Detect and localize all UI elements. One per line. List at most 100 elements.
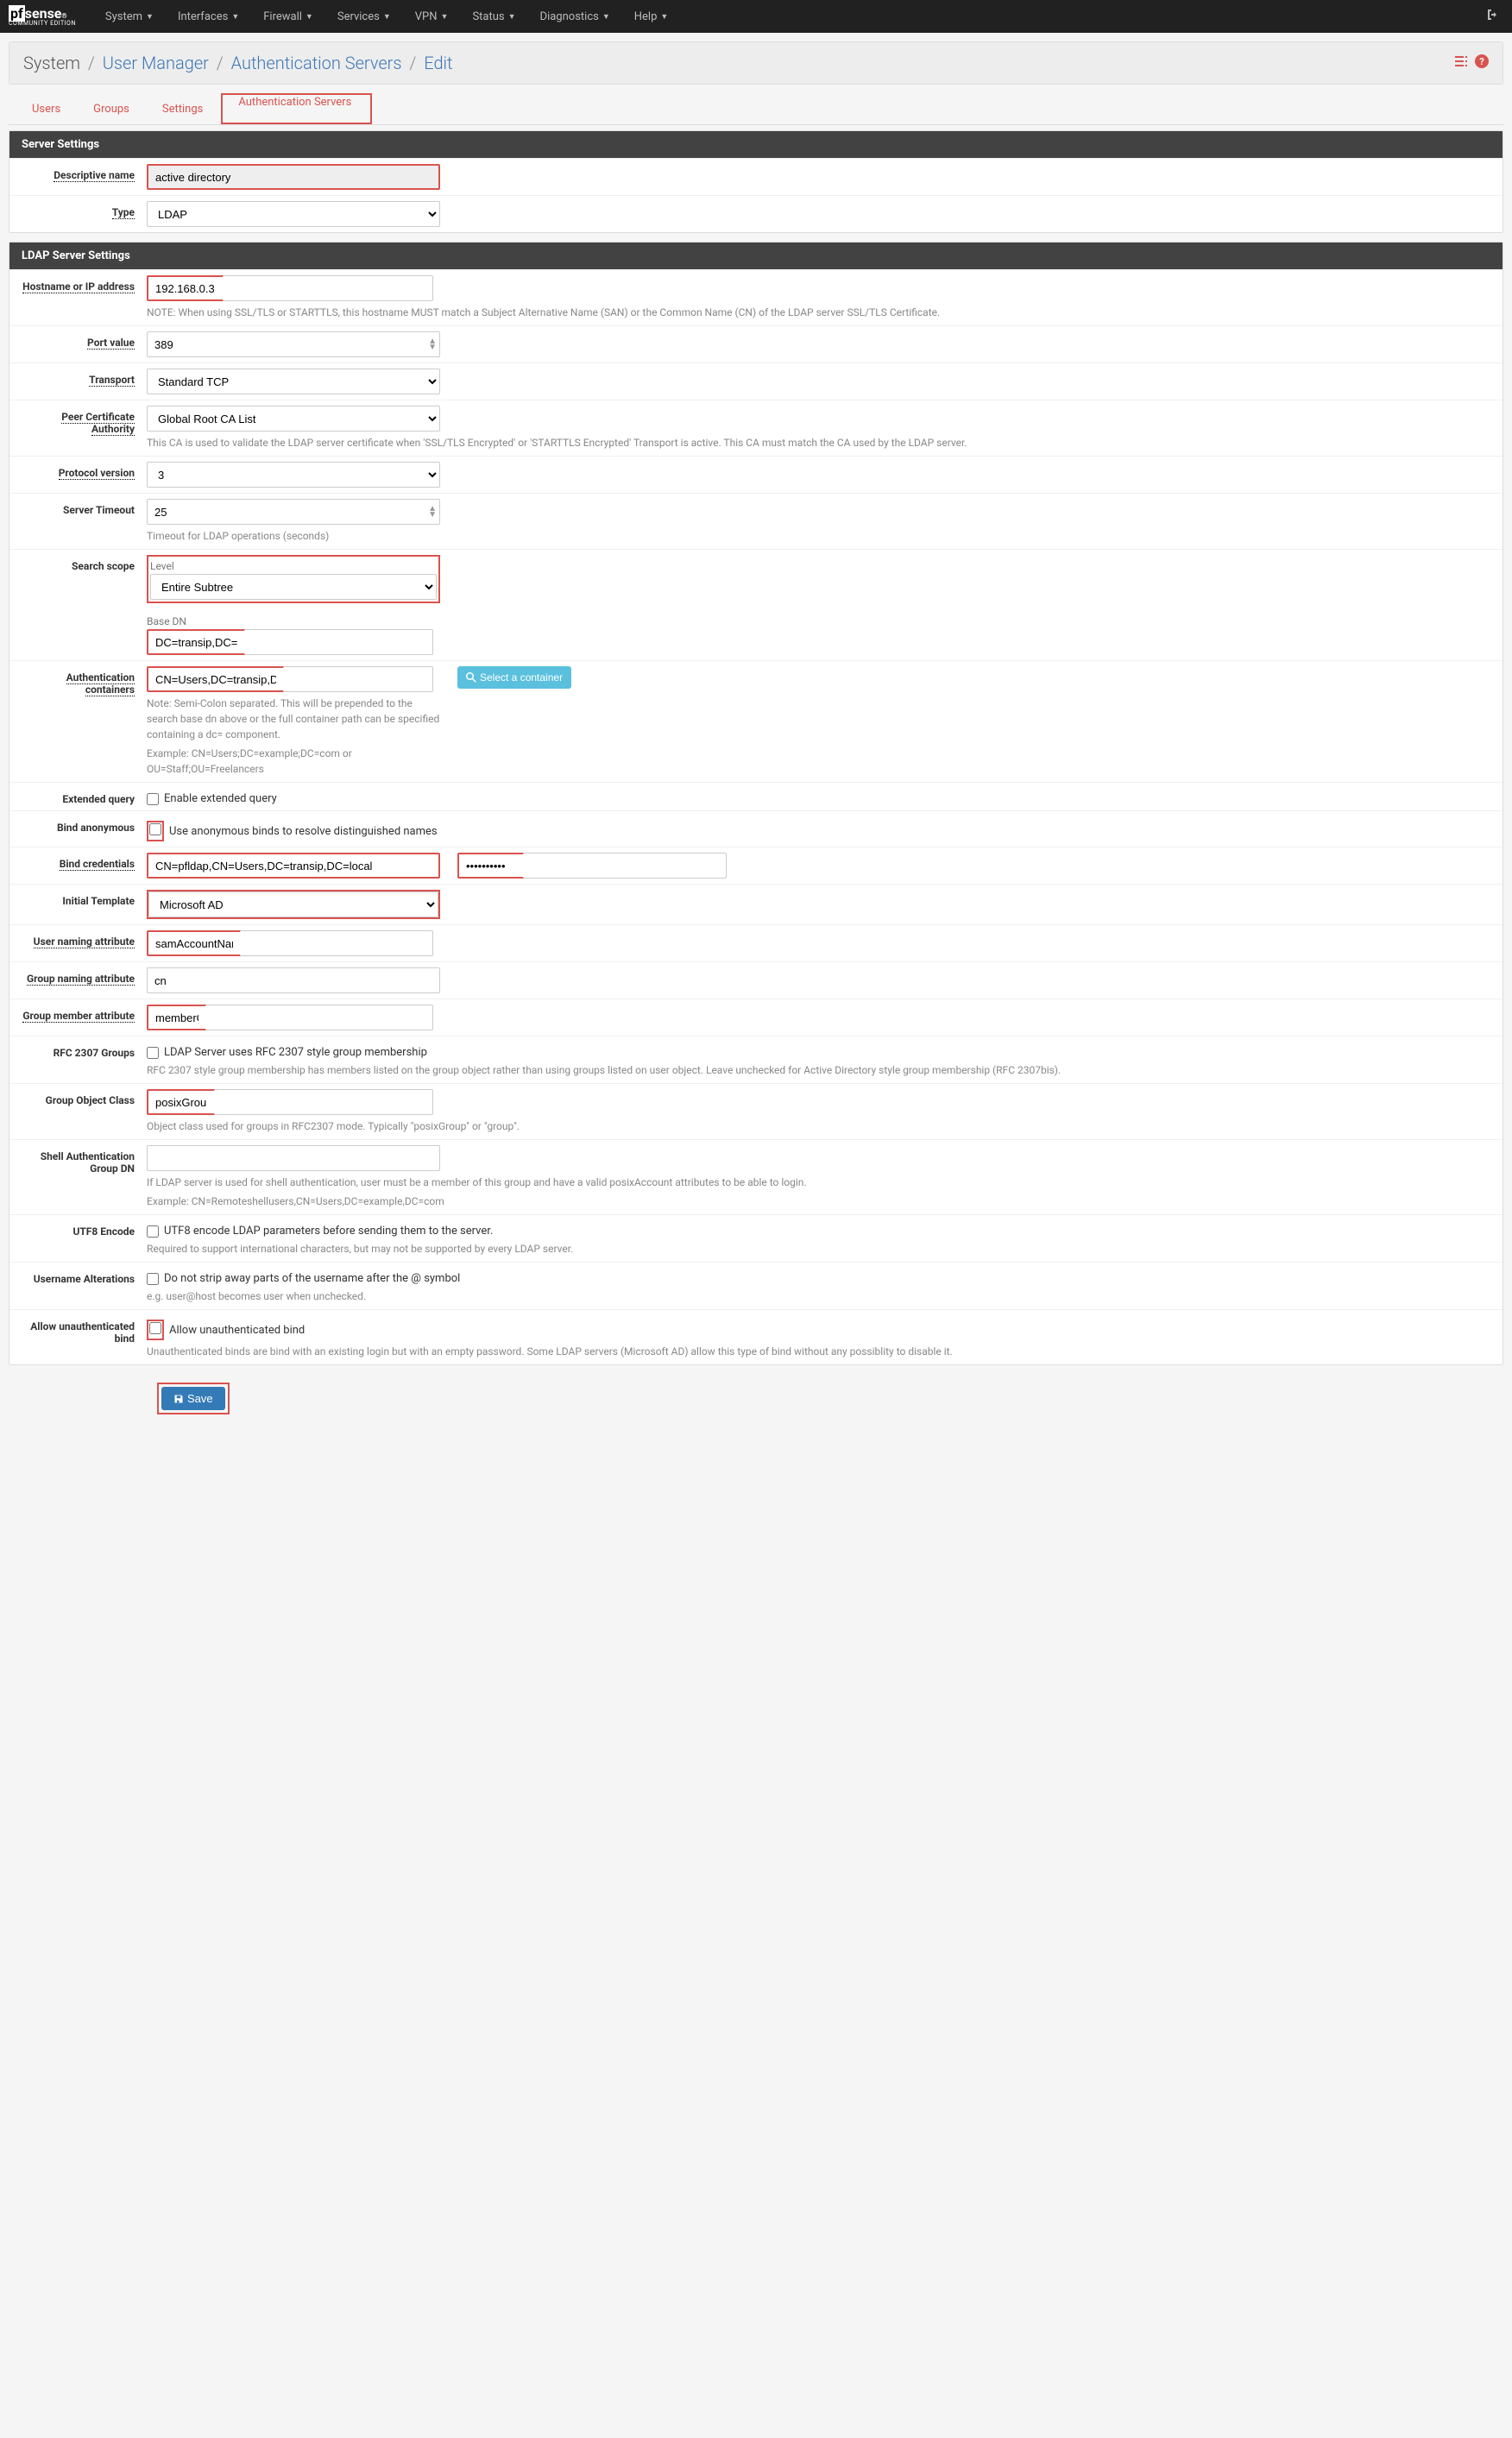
- bindcred-pass-ext[interactable]: [523, 853, 727, 879]
- help-authcontainers2: Example: CN=Users;DC=example;DC=com or O…: [147, 746, 440, 777]
- spinner-icon[interactable]: ▲▼: [428, 338, 437, 350]
- brand-logo: pfpfsensesense® COMMUNITY EDITION: [9, 7, 76, 27]
- bc-edit[interactable]: Edit: [424, 53, 452, 73]
- basedn-input[interactable]: [147, 629, 246, 655]
- descriptive-name-input[interactable]: [147, 164, 440, 190]
- extquery-cblabel: Enable extended query: [164, 792, 277, 805]
- svg-text:?: ?: [1479, 56, 1484, 67]
- groupattr-input[interactable]: [147, 967, 440, 993]
- label-initial-template: Initial Template: [22, 890, 147, 907]
- panel-ldap-settings: LDAP Server Settings Hostname or IP addr…: [9, 242, 1503, 1365]
- groupclass-input-ext[interactable]: [214, 1089, 433, 1115]
- save-button[interactable]: Save: [161, 1387, 225, 1410]
- label-rfc2307: RFC 2307 Groups: [22, 1042, 147, 1059]
- tab-settings[interactable]: Settings: [148, 93, 217, 124]
- label-port: Port value: [22, 331, 147, 349]
- port-input[interactable]: [147, 331, 440, 357]
- help-shelldn: If LDAP server is used for shell authent…: [147, 1175, 1490, 1190]
- protocol-select[interactable]: 3: [147, 462, 440, 488]
- useralter-cblabel: Do not strip away parts of the username …: [164, 1272, 460, 1285]
- memberattr-input-ext[interactable]: [205, 1005, 433, 1030]
- help-shelldn2: Example: CN=Remoteshellusers,CN=Users,DC…: [147, 1194, 1490, 1209]
- help-timeout: Timeout for LDAP operations (seconds): [147, 528, 1490, 544]
- tab-authservers[interactable]: Authentication Servers: [224, 86, 366, 117]
- label-descriptive-name: Descriptive name: [22, 164, 147, 181]
- panel-header-ldap: LDAP Server Settings: [9, 243, 1503, 269]
- label-transport: Transport: [22, 369, 147, 386]
- hostname-input-ext[interactable]: [223, 275, 433, 301]
- help-utf8: Required to support international charac…: [147, 1241, 1490, 1257]
- authcontainers-input-ext[interactable]: [283, 666, 433, 692]
- label-extended-query: Extended query: [22, 788, 147, 805]
- extquery-checkbox[interactable]: [147, 793, 159, 805]
- nav-diagnostics[interactable]: Diagnostics▼: [528, 0, 622, 33]
- level-select[interactable]: Entire Subtree: [150, 574, 437, 600]
- useralter-checkbox[interactable]: [147, 1273, 159, 1285]
- label-shelldn: Shell Authentication Group DN: [22, 1145, 147, 1175]
- type-select[interactable]: LDAP: [147, 201, 440, 227]
- hostname-input[interactable]: [147, 275, 224, 301]
- transport-select[interactable]: Standard TCP: [147, 369, 440, 394]
- peer-ca-select[interactable]: Global Root CA List: [147, 406, 440, 432]
- unauth-cblabel: Allow unauthenticated bind: [169, 1324, 305, 1337]
- bindanon-checkbox[interactable]: [149, 823, 161, 835]
- nav-system[interactable]: System▼: [93, 0, 166, 33]
- label-bind-anonymous: Bind anonymous: [22, 816, 147, 834]
- authcontainers-input[interactable]: [147, 666, 285, 692]
- utf8-cblabel: UTF8 encode LDAP parameters before sendi…: [164, 1225, 493, 1238]
- bc-system: System: [23, 53, 80, 73]
- basedn-input-ext[interactable]: [244, 629, 433, 655]
- bindcred-pass-input[interactable]: [457, 853, 526, 879]
- userattr-input-ext[interactable]: [240, 930, 433, 956]
- tab-groups[interactable]: Groups: [79, 93, 144, 124]
- shortcuts-icon[interactable]: [1454, 54, 1468, 72]
- nav-help[interactable]: Help▼: [622, 0, 681, 33]
- label-utf8: UTF8 Encode: [22, 1220, 147, 1238]
- bc-usermanager[interactable]: User Manager: [103, 53, 209, 73]
- label-unauth: Allow unauthenticated bind: [22, 1315, 147, 1345]
- help-unauth: Unauthenticated binds are bind with an e…: [147, 1344, 1490, 1359]
- logout-icon[interactable]: [1476, 8, 1503, 25]
- label-group-attr: Group naming attribute: [22, 967, 147, 985]
- groupclass-input[interactable]: [147, 1089, 216, 1115]
- label-search-scope: Search scope: [22, 555, 147, 572]
- nav-vpn[interactable]: VPN▼: [403, 0, 461, 33]
- nav-firewall[interactable]: Firewall▼: [251, 0, 325, 33]
- help-rfc2307: RFC 2307 style group membership has memb…: [147, 1062, 1490, 1078]
- tab-users[interactable]: Users: [17, 93, 75, 124]
- timeout-input[interactable]: [147, 499, 440, 525]
- label-member-attr: Group member attribute: [22, 1005, 147, 1022]
- breadcrumb: System / User Manager / Authentication S…: [23, 53, 452, 73]
- shelldn-input[interactable]: [147, 1145, 440, 1171]
- nav-services[interactable]: Services▼: [325, 0, 403, 33]
- initial-template-select[interactable]: Microsoft AD: [148, 891, 438, 917]
- spinner-icon[interactable]: ▲▼: [428, 506, 437, 518]
- breadcrumb-bar: System / User Manager / Authentication S…: [9, 41, 1503, 85]
- label-groupclass: Group Object Class: [22, 1089, 147, 1106]
- memberattr-input[interactable]: [147, 1005, 207, 1030]
- bindcred-user-input[interactable]: [147, 853, 440, 879]
- userattr-input[interactable]: [147, 930, 242, 956]
- nav-menu: System▼ Interfaces▼ Firewall▼ Services▼ …: [93, 0, 1476, 33]
- label-useralter: Username Alterations: [22, 1268, 147, 1285]
- help-icon[interactable]: ?: [1475, 54, 1489, 72]
- select-container-button[interactable]: Select a container: [457, 666, 571, 689]
- label-auth-containers: Authentication containers: [22, 666, 147, 696]
- help-authcontainers: Note: Semi-Colon separated. This will be…: [147, 696, 440, 742]
- unauth-checkbox[interactable]: [149, 1322, 161, 1334]
- sublabel-level: Level: [150, 560, 437, 572]
- utf8-checkbox[interactable]: [147, 1225, 159, 1238]
- label-protocol: Protocol version: [22, 462, 147, 479]
- label-type: Type: [22, 201, 147, 218]
- bc-authservers[interactable]: Authentication Servers: [231, 53, 402, 73]
- panel-server-settings: Server Settings Descriptive name Type LD…: [9, 130, 1503, 233]
- rfc2307-checkbox[interactable]: [147, 1047, 159, 1059]
- bindanon-cblabel: Use anonymous binds to resolve distingui…: [169, 825, 438, 838]
- help-groupclass: Object class used for groups in RFC2307 …: [147, 1118, 1490, 1134]
- nav-interfaces[interactable]: Interfaces▼: [166, 0, 251, 33]
- nav-status[interactable]: Status▼: [460, 0, 527, 33]
- label-peer-ca: Peer Certificate Authority: [22, 406, 147, 435]
- label-user-attr: User naming attribute: [22, 930, 147, 948]
- label-bind-cred: Bind credentials: [22, 853, 147, 870]
- sublabel-basedn: Base DN: [147, 615, 1490, 627]
